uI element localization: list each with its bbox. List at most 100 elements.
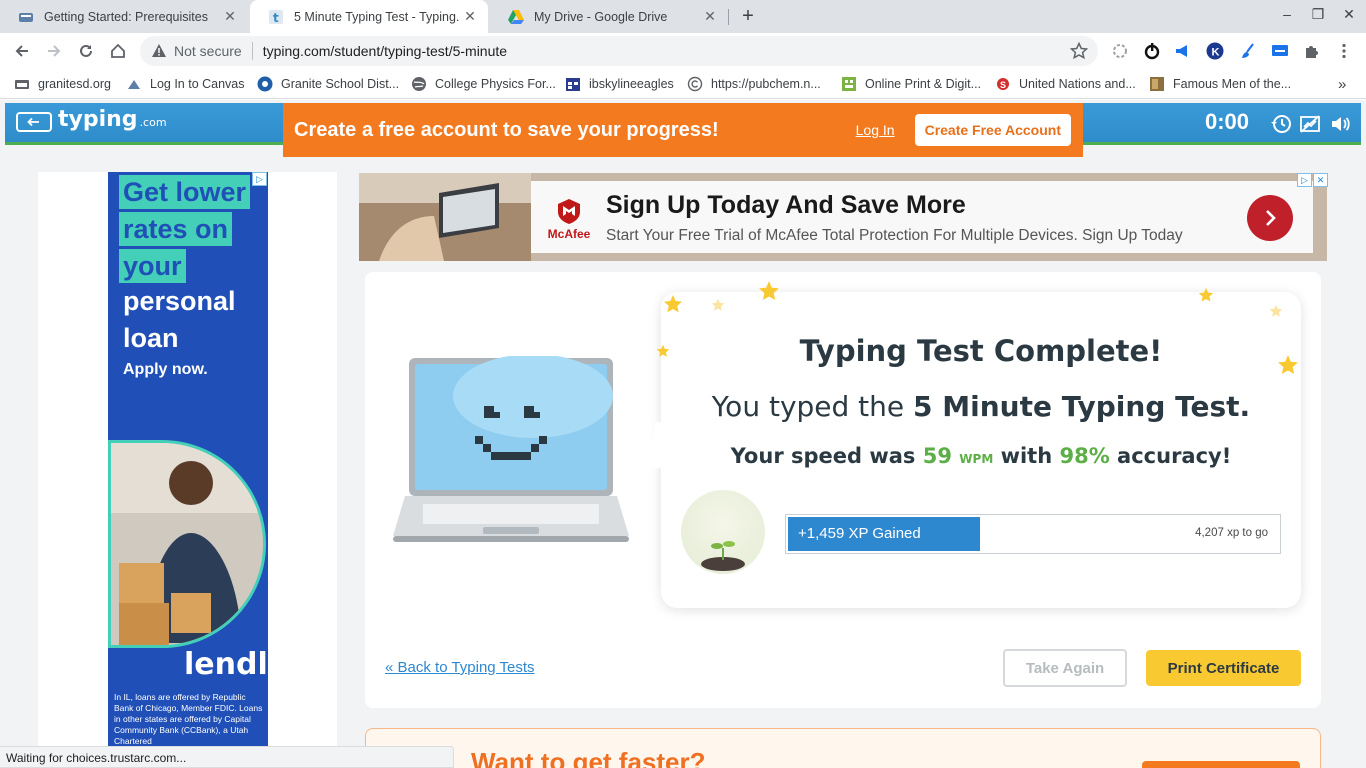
menu-kebab-icon[interactable] [1334,41,1354,61]
close-tab-icon[interactable]: ✕ [700,7,720,27]
minimize-button[interactable]: – [1276,6,1298,22]
tab-typing-test[interactable]: t 5 Minute Typing Test - Typing.com ✕ [250,0,488,33]
history-icon[interactable] [1270,113,1292,135]
bookmark-label: Granite School Dist... [281,77,400,91]
bookmark-label: Famous Men of the... [1173,77,1292,91]
wpm-unit: WPM [959,452,994,466]
tab-getting-started[interactable]: Getting Started: Prerequisites ✕ [0,0,248,33]
logo-suffix: .com [139,116,167,129]
ad-photo [359,173,531,261]
k-extension-icon[interactable]: K [1205,41,1225,61]
ad-go-button[interactable] [1247,195,1293,241]
typing-logo[interactable]: typing .com [58,107,167,132]
reload-icon[interactable] [74,39,98,63]
tab-google-drive[interactable]: My Drive - Google Drive ✕ [490,0,728,33]
bookmark-granitesd[interactable]: granitesd.org [14,75,111,93]
laptop-mascot-icon [393,356,629,542]
ad-close-icon[interactable]: ✕ [1313,173,1328,187]
promo-message: Create a free account to save your progr… [294,118,719,141]
divider [251,42,253,60]
promo-banner: Create a free account to save your progr… [283,103,1083,157]
ad-cta: Apply now. [123,361,208,378]
address-bar[interactable]: Not secure typing.com/student/typing-tes… [140,36,1098,66]
test-name: 5 Minute Typing Test. [913,390,1251,423]
bubble-tail [635,422,663,469]
xp-gained: +1,459 XP Gained [798,525,921,542]
take-again-button[interactable]: Take Again [1003,649,1127,687]
screen-extension-icon[interactable] [1270,41,1290,61]
typed-prefix: You typed the [711,390,914,423]
warning-icon[interactable] [150,42,168,60]
login-link[interactable]: Log In [856,122,895,138]
granite-favicon-icon [18,9,34,25]
tab-strip: Getting Started: Prerequisites ✕ t 5 Min… [0,0,1366,33]
logo-text: typing [58,107,138,132]
chart-off-icon[interactable] [1299,113,1321,135]
print-certificate-button[interactable]: Print Certificate [1146,650,1301,686]
star-icon [1269,304,1283,317]
site-back-button[interactable] [16,112,52,132]
bookmark-online-print[interactable]: Online Print & Digit... [841,75,981,93]
loading-spinner-icon[interactable] [1110,41,1130,61]
close-tab-icon[interactable]: ✕ [220,7,240,27]
mcafee-logo: McAfee [539,197,599,241]
home-icon[interactable] [106,39,130,63]
lendly-logo: lendly [184,647,268,682]
close-tab-icon[interactable]: ✕ [460,7,480,27]
calendar-icon [565,76,581,92]
bookmark-granite-school[interactable]: Granite School Dist... [257,75,399,93]
results-card: Typing Test Complete! You typed the 5 Mi… [365,272,1321,729]
tab-title: Getting Started: Prerequisites [44,9,208,24]
accuracy-value: 98% [1059,444,1110,468]
get-faster-title: Want to get faster? [471,747,706,768]
bookmark-label: Log In to Canvas [150,77,245,91]
bookmarks-bar: granitesd.org Log In to Canvas Granite S… [0,69,1366,99]
create-account-button[interactable]: Create Free Account [914,114,1071,146]
bookmark-united-nations[interactable]: S United Nations and... [995,75,1136,93]
tab-title: My Drive - Google Drive [534,9,668,24]
megaphone-extension-icon[interactable] [1172,41,1192,61]
browser-toolbar: Not secure typing.com/student/typing-tes… [0,33,1366,69]
lendly-ad[interactable]: Get lower rates on your personal loan Ap… [108,172,268,768]
close-window-button[interactable]: ✕ [1338,6,1360,23]
speed-mid: with [993,444,1060,468]
get-faster-button[interactable] [1142,761,1300,768]
mcafee-ad[interactable]: McAfee Sign Up Today And Save More Start… [359,173,1327,261]
forward-arrow-icon[interactable] [42,39,66,63]
print-icon [841,76,857,92]
bookmark-canvas[interactable]: Log In to Canvas [126,75,245,93]
bookmark-pubchem[interactable]: https://pubchem.n... [687,75,821,93]
back-arrow-icon[interactable] [10,39,34,63]
extensions-puzzle-icon[interactable] [1302,41,1322,61]
bookmarks-overflow-button[interactable]: » [1338,75,1346,93]
volume-icon[interactable] [1329,113,1351,135]
bookmark-label: Online Print & Digit... [865,77,982,91]
ad-headline: Sign Up Today And Save More [606,191,966,219]
bookmark-star-icon[interactable] [1069,41,1089,63]
new-tab-button[interactable]: + [736,4,760,28]
ad-fine-print: In IL, loans are offered by Republic Ban… [114,692,263,746]
power-extension-icon[interactable] [1142,41,1162,61]
adchoices-icon[interactable]: ▷ [1297,173,1312,187]
adchoices-icon[interactable]: ▷ [252,172,267,186]
security-label[interactable]: Not secure [174,43,242,59]
restore-button[interactable]: ❐ [1307,6,1329,23]
bookmark-label: United Nations and... [1019,77,1136,91]
svg-text:K: K [1212,47,1220,59]
ad-card: McAfee Sign Up Today And Save More Start… [531,181,1313,253]
get-faster-panel: Want to get faster? [365,728,1321,768]
bookmark-college-physics[interactable]: College Physics For... [411,75,556,93]
xp-progress-bar: +1,459 XP Gained 4,207 xp to go [785,514,1281,554]
star-icon [711,298,725,311]
granite-logo-icon [14,76,30,92]
xp-to-go: 4,207 xp to go [1195,527,1268,539]
granite-district-icon [257,76,273,92]
bookmark-famous-men[interactable]: Famous Men of the... [1149,75,1291,93]
ad-headline-highlight: Get lower rates on your [108,172,268,283]
bookmark-ibskyline[interactable]: ibskylineeagles [565,75,674,93]
wpm-value: 59 [922,444,952,468]
broom-extension-icon[interactable] [1238,41,1258,61]
url-text[interactable]: typing.com/student/typing-test/5-minute [263,43,507,59]
back-to-typing-tests-link[interactable]: « Back to Typing Tests [385,659,535,676]
ad-line: loan [123,323,179,353]
